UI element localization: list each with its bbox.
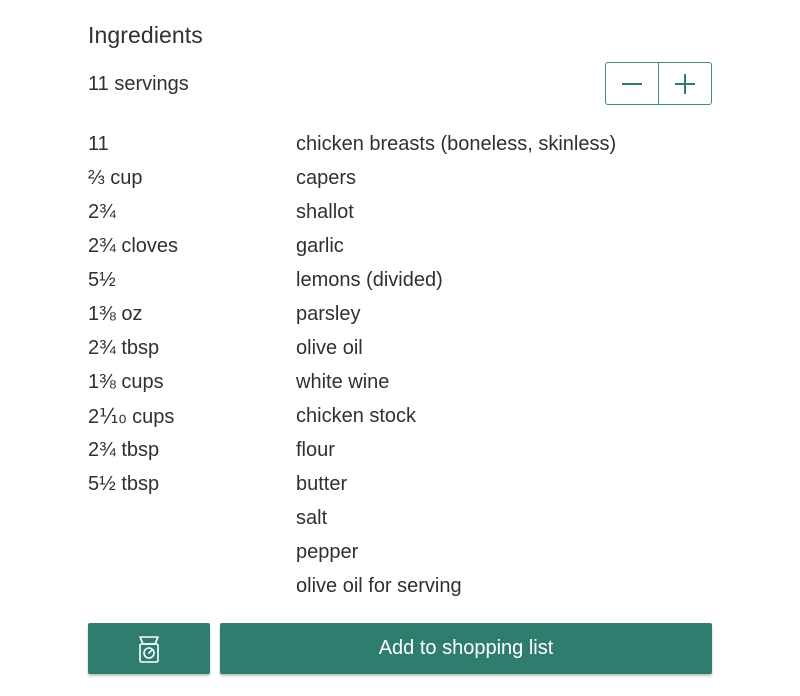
ingredient-row: 1⅜ oz parsley xyxy=(88,297,712,331)
ingredient-quantity: 2¾ tbsp xyxy=(88,438,160,461)
ingredient-quantity: 2¾ tbsp xyxy=(88,336,160,359)
ingredient-row: 2¾ tbsp flour xyxy=(88,433,712,467)
ingredient-row: 5½ tbsp butter xyxy=(88,467,712,501)
ingredient-quantity: 11 xyxy=(88,132,109,155)
ingredient-name: shallot xyxy=(296,200,354,223)
ingredient-name: butter xyxy=(296,472,348,495)
ingredient-name: lemons (divided) xyxy=(296,268,443,291)
decrease-servings-button[interactable] xyxy=(606,63,658,104)
ingredient-quantity: 5½ xyxy=(88,268,116,291)
ingredient-quantity: ⅔ cup xyxy=(88,166,143,189)
ingredient-name: flour xyxy=(296,438,335,461)
ingredient-name: olive oil for serving xyxy=(296,574,462,597)
plus-icon xyxy=(675,73,695,94)
ingredient-name: chicken breasts (boneless, skinless) xyxy=(296,132,617,155)
ingredient-name: capers xyxy=(296,166,357,189)
ingredient-name: olive oil xyxy=(296,336,363,359)
ingredient-row: 2⅒ cups chicken stock xyxy=(88,399,712,433)
measurement-converter-button[interactable] xyxy=(88,623,210,674)
section-title: Ingredients xyxy=(88,22,203,48)
ingredient-name: white wine xyxy=(296,370,390,393)
ingredient-row: olive oil for serving xyxy=(88,569,712,603)
ingredient-row: pepper xyxy=(88,535,712,569)
servings-stepper xyxy=(605,62,712,105)
action-bar: Add to shopping list xyxy=(88,623,712,674)
increase-servings-button[interactable] xyxy=(658,63,711,104)
kitchen-scale-icon xyxy=(139,635,159,663)
ingredient-row: 2¾ tbsp olive oil xyxy=(88,331,712,365)
ingredient-row: 2¾ shallot xyxy=(88,195,712,229)
ingredient-row: salt xyxy=(88,501,712,535)
ingredient-row: 2¾ cloves garlic xyxy=(88,229,712,263)
servings-label: 11 servings xyxy=(88,73,189,95)
ingredient-quantity: 5½ tbsp xyxy=(88,472,160,495)
ingredient-quantity: 2¾ cloves xyxy=(88,234,179,257)
ingredient-quantity: 1⅜ cups xyxy=(88,370,164,393)
ingredient-quantity: 2¾ xyxy=(88,200,116,223)
ingredient-row: 11 chicken breasts (boneless, skinless) xyxy=(88,127,712,161)
add-to-shopping-list-button[interactable]: Add to shopping list xyxy=(220,623,712,674)
ingredient-row: 5½ lemons (divided) xyxy=(88,263,712,297)
ingredient-row: 1⅜ cups white wine xyxy=(88,365,712,399)
ingredient-name: garlic xyxy=(296,234,344,257)
ingredient-list: 11 chicken breasts (boneless, skinless) … xyxy=(88,127,712,603)
ingredient-quantity: 2⅒ cups xyxy=(88,405,175,428)
ingredient-row: ⅔ cup capers xyxy=(88,161,712,195)
minus-icon xyxy=(622,82,642,85)
ingredient-name: pepper xyxy=(296,540,359,563)
ingredient-name: parsley xyxy=(296,302,361,325)
ingredient-name: salt xyxy=(296,506,328,529)
ingredient-name: chicken stock xyxy=(296,404,417,427)
ingredient-quantity: 1⅜ oz xyxy=(88,302,143,325)
